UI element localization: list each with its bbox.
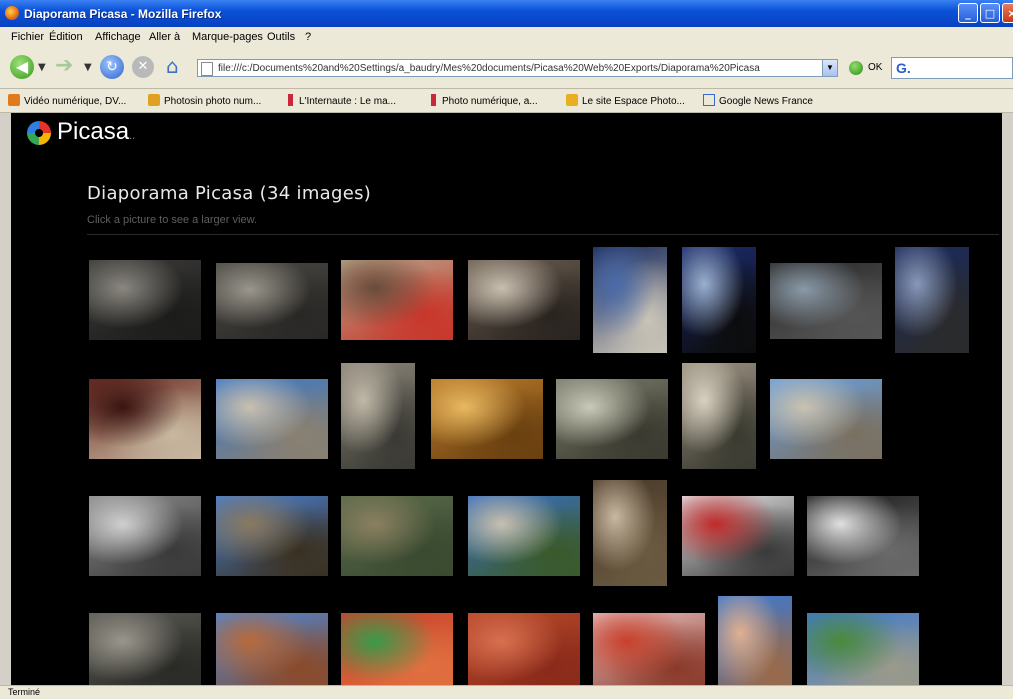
forward-button[interactable]: ➔ bbox=[55, 55, 79, 79]
address-url: file:///c:/Documents%20and%20Settings/a_… bbox=[218, 63, 760, 74]
rss-icon bbox=[8, 94, 20, 106]
menu-affichage[interactable]: Affichage bbox=[95, 31, 141, 43]
photo-thumbnail[interactable] bbox=[468, 260, 580, 340]
search-input[interactable]: G. bbox=[891, 57, 1013, 79]
photo-thumbnail[interactable] bbox=[682, 247, 756, 353]
picasa-brand: Picasa.. bbox=[57, 118, 136, 145]
back-button[interactable]: ◀ bbox=[10, 55, 34, 79]
star-icon bbox=[566, 94, 578, 106]
photo-thumbnail[interactable] bbox=[341, 613, 453, 685]
minimize-button[interactable]: _ bbox=[958, 3, 978, 23]
picasa-logo-icon bbox=[27, 121, 51, 145]
photo-thumbnail[interactable] bbox=[770, 263, 882, 339]
stop-button[interactable]: ✕ bbox=[132, 56, 154, 78]
bookmark-4[interactable]: Le site Espace Photo... bbox=[566, 94, 685, 107]
page-icon bbox=[431, 94, 436, 106]
status-bar: Terminé bbox=[0, 685, 1013, 699]
photo-thumbnail[interactable] bbox=[556, 379, 668, 459]
photo-thumbnail[interactable] bbox=[468, 496, 580, 576]
photo-thumbnail[interactable] bbox=[682, 363, 756, 469]
photo-thumbnail[interactable] bbox=[468, 613, 580, 685]
maximize-button[interactable]: □ bbox=[980, 3, 1000, 23]
bookmark-5[interactable]: Google News France bbox=[703, 94, 813, 107]
page-icon bbox=[288, 94, 293, 106]
bookmark-2[interactable]: L'Internaute : Le ma... bbox=[288, 94, 396, 107]
address-dropdown-icon[interactable]: ▼ bbox=[822, 59, 838, 77]
photo-thumbnail[interactable] bbox=[216, 263, 328, 339]
google-icon bbox=[703, 94, 715, 106]
google-icon: G. bbox=[896, 60, 911, 76]
window-title: Diaporama Picasa - Mozilla Firefox bbox=[24, 7, 222, 21]
photo-thumbnail[interactable] bbox=[770, 379, 882, 459]
photo-thumbnail[interactable] bbox=[216, 379, 328, 459]
page-subtitle: Click a picture to see a larger view. bbox=[87, 214, 257, 226]
menu-edition[interactable]: Édition bbox=[49, 31, 83, 43]
bookmark-3[interactable]: Photo numérique, a... bbox=[431, 94, 538, 107]
photo-thumbnail[interactable] bbox=[431, 379, 543, 459]
page-icon bbox=[201, 62, 213, 76]
photo-thumbnail[interactable] bbox=[593, 613, 705, 685]
photo-thumbnail[interactable] bbox=[807, 613, 919, 685]
firefox-icon bbox=[5, 6, 19, 20]
back-dropdown-icon[interactable]: ▼ bbox=[38, 62, 46, 73]
go-label[interactable]: OK bbox=[868, 62, 882, 73]
photo-thumbnail[interactable] bbox=[682, 496, 794, 576]
photo-thumbnail[interactable] bbox=[89, 496, 201, 576]
folder-icon bbox=[148, 94, 160, 106]
photo-thumbnail[interactable] bbox=[593, 480, 667, 586]
status-text: Terminé bbox=[8, 687, 41, 697]
menu-fichier[interactable]: Fichier bbox=[11, 31, 44, 43]
reload-button[interactable]: ↻ bbox=[100, 55, 124, 79]
photo-thumbnail[interactable] bbox=[718, 596, 792, 685]
bookmark-1[interactable]: Photosin photo num... bbox=[148, 94, 261, 107]
page-title: Diaporama Picasa (34 images) bbox=[87, 183, 372, 204]
photo-thumbnail[interactable] bbox=[341, 363, 415, 469]
photo-thumbnail[interactable] bbox=[216, 496, 328, 576]
photo-thumbnail[interactable] bbox=[341, 260, 453, 340]
home-button[interactable]: ⌂ bbox=[166, 55, 188, 77]
go-button[interactable] bbox=[849, 61, 863, 75]
forward-dropdown-icon[interactable]: ▼ bbox=[84, 62, 92, 73]
menu-marque-pages[interactable]: Marque-pages bbox=[192, 31, 263, 43]
menu-bar: Fichier Édition Affichage Aller à Marque… bbox=[0, 27, 1013, 49]
page-content: Picasa.. Diaporama Picasa (34 images) Cl… bbox=[11, 113, 1002, 685]
navigation-toolbar: ◀ ▼ ➔ ▼ ↻ ✕ ⌂ file:///c:/Documents%20and… bbox=[0, 48, 1013, 89]
photo-thumbnail[interactable] bbox=[341, 496, 453, 576]
window-titlebar: Diaporama Picasa - Mozilla Firefox _ □ × bbox=[0, 0, 1013, 27]
menu-help[interactable]: ? bbox=[305, 31, 311, 43]
close-button[interactable]: × bbox=[1002, 3, 1013, 23]
menu-outils[interactable]: Outils bbox=[267, 31, 295, 43]
menu-aller[interactable]: Aller à bbox=[149, 31, 180, 43]
photo-thumbnail[interactable] bbox=[89, 379, 201, 459]
photo-thumbnail[interactable] bbox=[89, 260, 201, 340]
photo-thumbnail[interactable] bbox=[216, 613, 328, 685]
title-divider bbox=[87, 234, 999, 235]
bookmarks-toolbar: Vidéo numérique, DV... Photosin photo nu… bbox=[0, 89, 1013, 113]
photo-thumbnail[interactable] bbox=[89, 613, 201, 685]
bookmark-0[interactable]: Vidéo numérique, DV... bbox=[8, 94, 126, 107]
photo-thumbnail[interactable] bbox=[807, 496, 919, 576]
photo-thumbnail[interactable] bbox=[895, 247, 969, 353]
address-bar[interactable]: file:///c:/Documents%20and%20Settings/a_… bbox=[197, 59, 831, 77]
photo-thumbnail[interactable] bbox=[593, 247, 667, 353]
